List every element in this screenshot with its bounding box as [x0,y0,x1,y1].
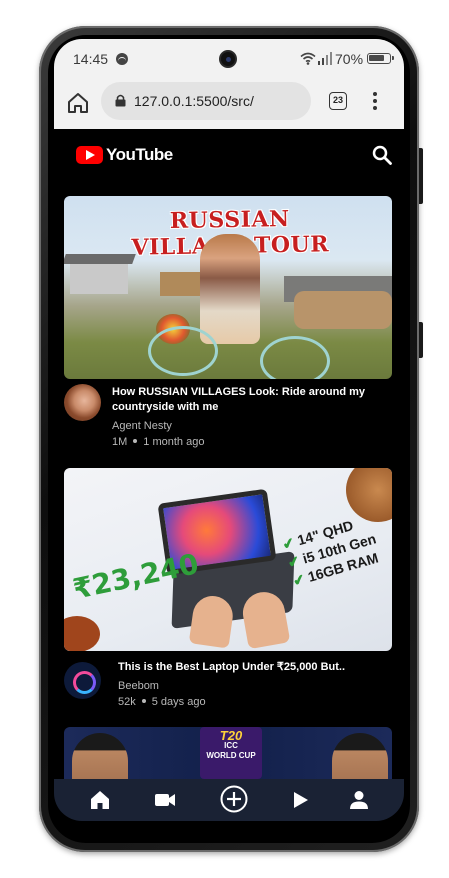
separator-dot [141,699,146,703]
phone-screen: 14:45 70% 127.0.0.1:5500/src/ 23 YouTube… [54,39,404,821]
play-icon[interactable] [288,788,312,812]
video-thumbnail[interactable]: RUSSIAN VILLAGE TOUR [64,196,392,379]
power-button [419,322,423,358]
video-title[interactable]: How RUSSIAN VILLAGES Look: Ride around m… [112,385,382,415]
status-bar: 14:45 70% [54,39,404,77]
volume-button [419,148,423,204]
football-shape [64,616,100,651]
wifi-icon [300,52,316,65]
thumbnail-specs: 14" QHD i5 10th Gen 16GB RAM [280,506,392,591]
more-options-icon[interactable] [370,92,380,112]
home-icon[interactable] [66,91,90,115]
add-circle-icon[interactable] [219,784,249,814]
bottom-nav [54,779,404,821]
search-icon[interactable] [372,145,392,165]
youtube-header: YouTube [54,129,404,179]
badge-world-cup: WORLD CUP [206,751,256,760]
haystack-shape [294,291,392,329]
badge-t20: T20 [219,728,243,743]
browser-toolbar: 127.0.0.1:5500/src/ 23 [54,77,404,129]
url-text: 127.0.0.1:5500/src/ [134,93,254,109]
badge-icc: ICC [224,741,238,750]
view-count: 1M [112,436,128,448]
lock-icon [115,94,126,107]
battery-icon [367,53,394,64]
view-count: 52k [118,696,136,708]
youtube-wordmark[interactable]: YouTube [106,145,173,165]
channel-avatar[interactable] [64,662,101,699]
typing-hands [186,586,296,650]
world-cup-badge: T20 ICC WORLD CUP [200,727,262,779]
battery-percent: 70% [335,51,364,67]
roof-shape [64,254,136,264]
video-camera-icon[interactable] [153,788,177,812]
bicycle-wheel-back [260,336,330,379]
home-icon[interactable] [88,788,112,812]
rider-figure [200,234,260,344]
video-thumbnail[interactable]: ₹23,240 14" QHD i5 10th Gen 16GB RAM [64,468,392,651]
person-icon[interactable] [347,788,371,812]
spotify-icon [116,53,128,65]
video-stats: 1M 1 month ago [112,436,204,448]
channel-name[interactable]: Beebom [118,680,159,692]
bicycle-wheel-front [148,326,218,376]
separator-dot [133,439,138,443]
channel-name[interactable]: Agent Nesty [112,420,172,432]
upload-age: 1 month ago [143,436,205,448]
video-stats: 52k 5 days ago [118,696,206,708]
tab-switcher-button[interactable]: 23 [329,92,347,110]
upload-age: 5 days ago [151,696,206,708]
address-bar[interactable]: 127.0.0.1:5500/src/ [101,82,311,120]
house-shape [70,260,128,294]
signal-icon [318,52,332,65]
video-info[interactable]: How RUSSIAN VILLAGES Look: Ride around m… [64,384,394,454]
channel-avatar[interactable] [64,384,101,421]
video-info[interactable]: This is the Best Laptop Under ₹25,000 Bu… [64,658,394,718]
youtube-logo-icon[interactable] [76,146,103,164]
status-time: 14:45 [73,51,109,67]
front-camera [219,50,237,68]
video-thumbnail[interactable]: T20 ICC WORLD CUP [64,727,392,787]
video-title[interactable]: This is the Best Laptop Under ₹25,000 Bu… [118,660,388,675]
